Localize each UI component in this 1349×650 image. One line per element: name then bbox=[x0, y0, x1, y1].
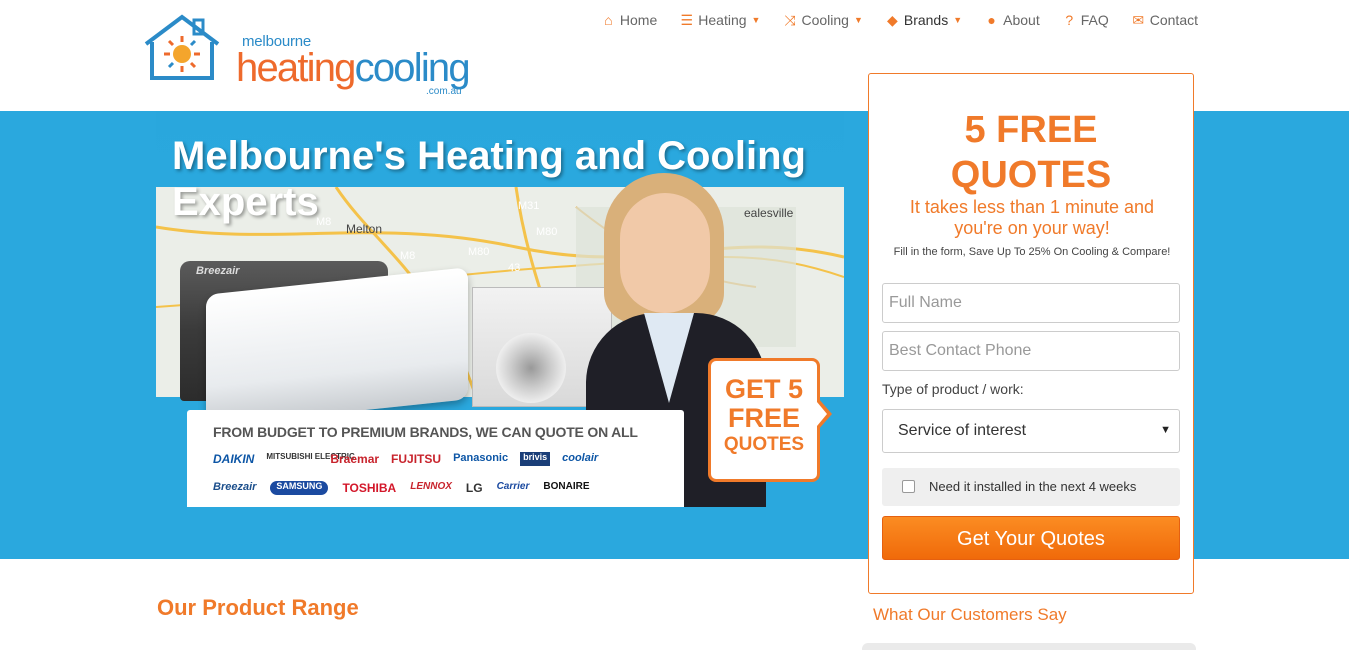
badge-arrow-inner bbox=[817, 402, 827, 426]
brand-logo: TOSHIBA bbox=[342, 481, 397, 495]
logo-text-main: heatingcooling bbox=[236, 46, 471, 90]
split-system-image bbox=[206, 267, 468, 427]
testimonial-panel bbox=[862, 643, 1196, 650]
brand-logo: coolair bbox=[562, 452, 599, 464]
brands-panel: FROM BUDGET TO PREMIUM BRANDS, WE CAN QU… bbox=[187, 410, 684, 507]
service-select[interactable]: Service of interest ▼ bbox=[882, 409, 1180, 453]
list-icon: ☰ bbox=[680, 11, 694, 28]
map-label: M80 bbox=[468, 246, 489, 258]
brand-logo: DAIKIN bbox=[213, 452, 255, 466]
site-logo[interactable]: melbourne heatingcooling .com.au bbox=[142, 14, 502, 98]
brands-row: DAIKIN MITSUBISHI ELECTRIC Braemar FUJIT… bbox=[213, 452, 598, 466]
brand-logo: Panasonic bbox=[453, 452, 509, 464]
brand-logo: Braemar bbox=[330, 452, 380, 466]
nav-contact[interactable]: ✉ Contact bbox=[1120, 11, 1209, 29]
product-type-label: Type of product / work: bbox=[882, 381, 1024, 397]
main-nav: ⌂ Home ☰ Heating ▼ ⤨ Cooling ▼ ◆ Brands ▼ ● Abou… bbox=[590, 11, 1209, 29]
map-label: M8 bbox=[400, 250, 415, 262]
brand-logo: Breezair bbox=[213, 481, 257, 493]
unit-brand-label: Breezair bbox=[196, 265, 240, 277]
nav-home[interactable]: ⌂ Home bbox=[590, 11, 668, 29]
get-free-quotes-badge[interactable]: GET 5 FREE QUOTES bbox=[708, 358, 820, 482]
install-checkbox[interactable] bbox=[902, 480, 915, 493]
map-label: M80 bbox=[536, 226, 557, 238]
brand-logo: MITSUBISHI ELECTRIC bbox=[266, 452, 355, 461]
user-icon: ● bbox=[987, 12, 996, 28]
quote-form-subtitle: It takes less than 1 minute and you're o… bbox=[909, 197, 1155, 238]
logo-domain: .com.au bbox=[426, 86, 462, 97]
shuffle-icon: ⤨ bbox=[784, 11, 796, 28]
quote-form-note: Fill in the form, Save Up To 25% On Cool… bbox=[893, 246, 1171, 258]
brand-logo: FUJITSU bbox=[391, 452, 442, 466]
phone-input[interactable] bbox=[882, 331, 1180, 371]
nav-heating[interactable]: ☰ Heating ▼ bbox=[668, 11, 771, 29]
product-range-heading: Our Product Range bbox=[157, 595, 359, 620]
install-checkbox-label: Need it installed in the next 4 weeks bbox=[929, 479, 1137, 494]
nav-cooling[interactable]: ⤨ Cooling ▼ bbox=[771, 11, 873, 29]
brand-logo: brivis bbox=[520, 452, 551, 466]
nav-brands[interactable]: ◆ Brands ▼ bbox=[874, 11, 973, 29]
brand-logo: LENNOX bbox=[410, 481, 452, 492]
brand-logo: BONAIRE bbox=[543, 481, 590, 492]
question-icon: ? bbox=[1065, 12, 1074, 28]
hero-title: Melbourne's Heating and Cooling Experts bbox=[172, 134, 806, 224]
brand-logo: Carrier bbox=[496, 481, 530, 492]
envelope-icon: ✉ bbox=[1132, 11, 1145, 28]
quote-form-title: 5 FREE QUOTES bbox=[950, 109, 1112, 196]
quote-form: 5 FREE QUOTES It takes less than 1 minut… bbox=[868, 73, 1194, 594]
brands-title: FROM BUDGET TO PREMIUM BRANDS, WE CAN QU… bbox=[213, 424, 638, 440]
brands-row: Breezair SAMSUNG TOSHIBA LENNOX LG Carri… bbox=[213, 481, 590, 495]
fan-grill-image bbox=[496, 333, 566, 403]
caret-down-icon: ▼ bbox=[751, 15, 761, 25]
full-name-input[interactable] bbox=[882, 283, 1180, 323]
house-sun-logo-icon bbox=[144, 14, 220, 80]
dropdown-arrow-icon: ▼ bbox=[1160, 424, 1171, 436]
tag-icon: ◆ bbox=[886, 11, 898, 28]
brand-logo: LG bbox=[465, 481, 483, 495]
home-icon: ⌂ bbox=[604, 12, 613, 28]
caret-down-icon: ▼ bbox=[853, 15, 863, 25]
customers-say-heading: What Our Customers Say bbox=[873, 605, 1067, 624]
get-quotes-button[interactable]: Get Your Quotes bbox=[882, 516, 1180, 560]
nav-faq[interactable]: ? FAQ bbox=[1051, 11, 1120, 29]
install-soon-option[interactable]: Need it installed in the next 4 weeks bbox=[882, 468, 1180, 506]
brand-logo: SAMSUNG bbox=[270, 481, 329, 495]
nav-about[interactable]: ● About bbox=[973, 11, 1051, 29]
map-label: 43 bbox=[508, 262, 520, 274]
caret-down-icon: ▼ bbox=[953, 15, 963, 25]
